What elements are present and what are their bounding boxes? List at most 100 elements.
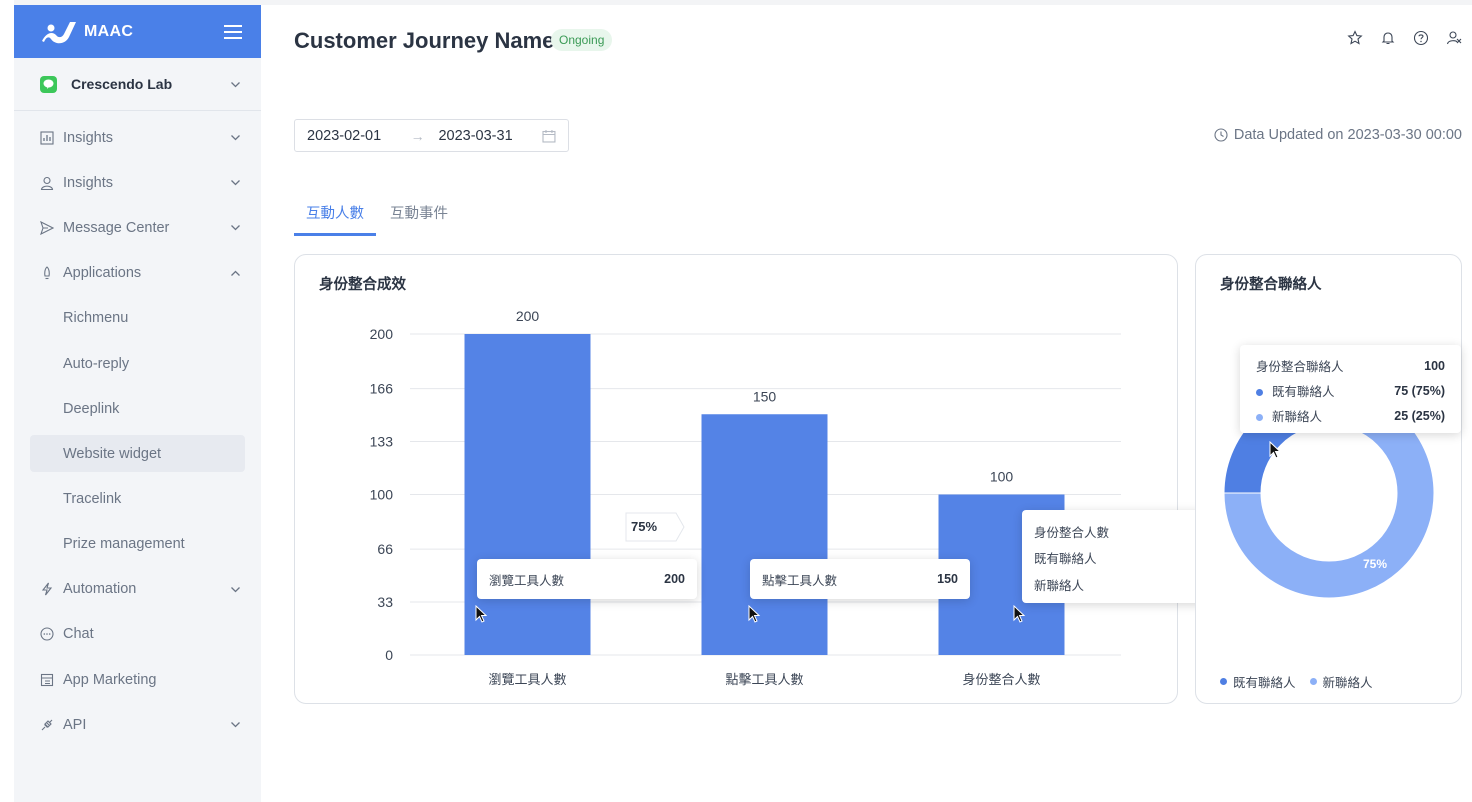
- chevron-down-icon: [231, 225, 240, 231]
- sidebar-nav: Insights Insights Message Center Applica…: [14, 111, 261, 747]
- star-icon[interactable]: [1347, 30, 1363, 46]
- donut-tooltip: 身份整合聯絡人 100 既有聯絡人 75 (75%) 新聯絡人 25 (25%): [1240, 345, 1461, 433]
- sidebar-item-label: Insights: [63, 174, 113, 191]
- clock-icon: [1214, 128, 1228, 142]
- account-icon[interactable]: [1446, 30, 1462, 46]
- y-tick-label: 100: [370, 487, 394, 503]
- tooltip-value: 25 (25%): [1394, 408, 1445, 423]
- start-date-input[interactable]: 2023-02-01: [307, 128, 411, 144]
- data-label: 150: [753, 388, 777, 404]
- tooltip-label: 既有聯絡人: [1034, 552, 1097, 566]
- left-gutter: [0, 0, 14, 802]
- tooltip-label: 瀏覽工具人數: [489, 573, 565, 588]
- brand-bar: MAAC: [14, 5, 261, 58]
- tooltip-value: 200: [664, 572, 685, 586]
- bar-chart-icon: [40, 131, 54, 145]
- sidebar-subitem-tracelink[interactable]: Tracelink: [14, 476, 261, 521]
- chevron-down-icon: [231, 180, 240, 186]
- calendar-icon: [542, 129, 556, 143]
- tooltip-label: 身份整合聯絡人: [1256, 360, 1344, 374]
- user-icon: [40, 176, 54, 190]
- sidebar-item-automation[interactable]: Automation: [14, 567, 261, 612]
- sidebar-item-label: Chat: [63, 626, 94, 643]
- brand-name: MAAC: [84, 22, 134, 40]
- chevron-down-icon: [231, 81, 240, 87]
- header-actions: [1347, 30, 1462, 46]
- x-tick-label: 身份整合人數: [962, 672, 1040, 688]
- legend-label: 既有聯絡人: [1233, 676, 1296, 690]
- hamburger-menu-icon[interactable]: [223, 24, 243, 40]
- maac-logo-icon: [42, 21, 76, 43]
- chevron-down-icon: [231, 586, 240, 593]
- sidebar-item-label: API: [63, 716, 87, 733]
- legend-dot: [1220, 678, 1227, 685]
- arrow-right-icon: →: [410, 127, 425, 144]
- sidebar-item-insights[interactable]: Insights: [14, 115, 261, 160]
- send-icon: [40, 220, 54, 235]
- tooltip-label: 新聯絡人: [1034, 579, 1085, 593]
- data-label: 100: [990, 469, 1014, 485]
- sidebar-item-label: Message Center: [63, 219, 170, 236]
- page-title: Customer Journey Name: [294, 28, 555, 53]
- sidebar-item-chat[interactable]: Chat: [14, 612, 261, 657]
- lightning-icon: [41, 582, 53, 596]
- identity-contacts-card: 身份整合聯絡人 75% 身份整合聯絡人 100 既有聯絡人 75 (75%) 新…: [1195, 254, 1462, 704]
- end-date-input[interactable]: 2023-03-31: [438, 128, 542, 144]
- y-tick-label: 133: [370, 434, 394, 450]
- cursor-icon: [1013, 605, 1026, 623]
- sidebar-item-label: Applications: [63, 265, 142, 282]
- tooltip-label: 點擊工具人數: [762, 573, 838, 588]
- plug-icon: [41, 719, 53, 731]
- donut-slice-label: 75%: [1363, 557, 1388, 571]
- sidebar-item-message-center[interactable]: Message Center: [14, 205, 261, 250]
- identity-integration-card: 身份整合成效 0 33 66 100 133 166 200 200 瀏覽工具人數 150 點擊工具…: [294, 254, 1242, 704]
- y-tick-label: 166: [370, 381, 394, 397]
- sidebar-item-contact-insights[interactable]: Insights: [14, 160, 261, 205]
- x-tick-label: 瀏覽工具人數: [488, 673, 566, 688]
- cursor-icon: [1269, 441, 1282, 459]
- sidebar-subitem-richmenu[interactable]: Richmenu: [14, 296, 261, 341]
- app-icon: [40, 673, 54, 686]
- app-root: MAAC Crescendo Lab Insights Insights Mes…: [0, 0, 1472, 802]
- sidebar-item-applications[interactable]: Applications: [14, 251, 261, 296]
- y-tick-label: 200: [370, 326, 394, 342]
- tab-interaction-users[interactable]: 互動人數: [294, 200, 376, 236]
- legend-dot: [1256, 414, 1263, 421]
- legend-item-new[interactable]: 新聯絡人: [1309, 672, 1373, 691]
- tooltip-value: 150: [937, 572, 958, 586]
- bar-tooltip-click: 點擊工具人數 150: [750, 559, 970, 599]
- y-tick-label: 33: [377, 594, 393, 610]
- sidebar-subitem-prize-management[interactable]: Prize management: [14, 522, 261, 567]
- bar: [701, 414, 828, 655]
- sidebar-subitem-auto-reply[interactable]: Auto-reply: [14, 341, 261, 386]
- legend-item-existing[interactable]: 既有聯絡人: [1220, 672, 1296, 691]
- workspace-selector[interactable]: Crescendo Lab: [14, 58, 261, 111]
- bell-icon[interactable]: [1380, 30, 1396, 46]
- status-badge: Ongoing: [551, 29, 613, 51]
- chat-icon: [40, 627, 54, 642]
- tab-interaction-events[interactable]: 互動事件: [378, 200, 460, 236]
- cursor-icon: [748, 605, 761, 623]
- tooltip-label: 新聯絡人: [1272, 410, 1323, 424]
- donut-legend: 既有聯絡人 新聯絡人: [1220, 672, 1373, 691]
- rocket-icon: [44, 266, 50, 280]
- data-updated-info: Data Updated on 2023-03-30 00:00: [1214, 127, 1462, 143]
- data-label: 200: [516, 308, 540, 324]
- tab-bar: 互動人數 互動事件: [294, 200, 460, 236]
- sidebar-subitem-website-widget[interactable]: Website widget: [30, 435, 245, 473]
- sidebar-subitem-deeplink[interactable]: Deeplink: [14, 386, 261, 431]
- sidebar-item-api[interactable]: API: [14, 702, 261, 747]
- conversion-rate-text: 75%: [631, 519, 658, 534]
- sidebar-item-label: App Marketing: [63, 671, 157, 688]
- help-icon[interactable]: [1413, 30, 1429, 46]
- legend-dot: [1309, 678, 1317, 685]
- y-tick-label: 66: [377, 541, 393, 557]
- y-tick-label: 0: [385, 647, 393, 663]
- sidebar-item-app-marketing[interactable]: App Marketing: [14, 657, 261, 702]
- date-range-picker[interactable]: 2023-02-01 → 2023-03-31: [294, 119, 569, 152]
- chevron-up-icon: [231, 270, 240, 276]
- sidebar-item-label: Insights: [63, 129, 113, 146]
- tooltip-label: 身份整合人數: [1034, 525, 1110, 540]
- workspace-name: Crescendo Lab: [71, 76, 173, 92]
- conversion-rate-label: 75%: [625, 512, 685, 542]
